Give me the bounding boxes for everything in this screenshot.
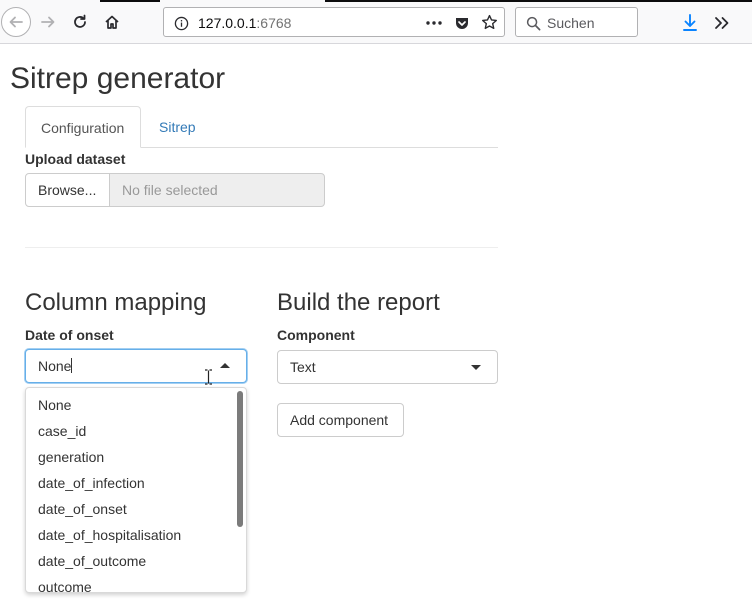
url-port: :6768: [256, 15, 292, 31]
component-label: Component: [277, 327, 355, 343]
forward-arrow-icon: [41, 16, 55, 28]
dropdown-option[interactable]: outcome: [38, 579, 92, 592]
component-value: Text: [290, 359, 316, 375]
date-of-onset-label: Date of onset: [25, 327, 114, 343]
forward-button[interactable]: [34, 8, 62, 36]
file-upload: Browse... No file selected: [25, 173, 325, 207]
add-component-button[interactable]: Add component: [277, 403, 404, 437]
dropdown-option[interactable]: date_of_infection: [38, 475, 145, 491]
url-bar[interactable]: 127.0.0.1:6768: [163, 7, 505, 37]
component-select[interactable]: Text: [277, 350, 498, 384]
star-icon[interactable]: [480, 13, 498, 31]
more-dots-icon[interactable]: [425, 15, 443, 31]
search-placeholder: Suchen: [547, 15, 595, 31]
build-report-heading: Build the report: [277, 289, 440, 316]
home-button[interactable]: [98, 8, 126, 36]
dropdown-scrollbar[interactable]: [237, 391, 243, 527]
date-of-onset-dropdown: None case_id generation date_of_infectio…: [25, 387, 247, 593]
reload-button[interactable]: [66, 8, 94, 36]
dropdown-option[interactable]: date_of_outcome: [38, 553, 146, 569]
file-name-field[interactable]: No file selected: [109, 173, 325, 207]
divider: [25, 247, 498, 248]
dropdown-option[interactable]: case_id: [38, 423, 86, 439]
caret-up-icon: [220, 363, 230, 368]
tab-sitrep[interactable]: Sitrep: [144, 106, 211, 148]
search-bar[interactable]: Suchen: [515, 7, 638, 37]
tab-strip-edge: [325, 0, 752, 2]
date-of-onset-select[interactable]: None: [25, 349, 247, 383]
browse-button[interactable]: Browse...: [25, 173, 110, 207]
browser-toolbar: 127.0.0.1:6768 Suchen: [0, 0, 752, 44]
tab-strip-edge: [100, 0, 160, 2]
ibeam-cursor-icon: [205, 369, 212, 385]
tab-bar: Configuration Sitrep: [25, 106, 498, 148]
pocket-icon[interactable]: [453, 14, 471, 32]
dropdown-option[interactable]: generation: [38, 449, 104, 465]
download-arrow-icon[interactable]: [680, 13, 700, 33]
back-button[interactable]: [1, 7, 31, 37]
home-icon: [105, 15, 119, 29]
back-arrow-icon: [9, 16, 23, 28]
info-icon[interactable]: [173, 15, 189, 31]
dropdown-option[interactable]: date_of_onset: [38, 501, 127, 517]
search-icon: [525, 15, 541, 31]
tab-configuration[interactable]: Configuration: [25, 106, 141, 148]
upload-label: Upload dataset: [25, 151, 126, 167]
dropdown-option[interactable]: None: [38, 397, 71, 413]
reload-icon: [74, 14, 86, 28]
url-text[interactable]: 127.0.0.1:6768: [198, 15, 291, 31]
double-chevron-icon[interactable]: [712, 13, 732, 33]
column-mapping-heading: Column mapping: [25, 289, 207, 316]
caret-down-icon: [471, 365, 481, 370]
text-cursor: [71, 358, 73, 373]
url-host: 127.0.0.1: [198, 15, 257, 31]
dropdown-option[interactable]: date_of_hospitalisation: [38, 527, 181, 543]
page-title: Sitrep generator: [10, 62, 226, 95]
date-of-onset-value: None: [38, 358, 72, 374]
